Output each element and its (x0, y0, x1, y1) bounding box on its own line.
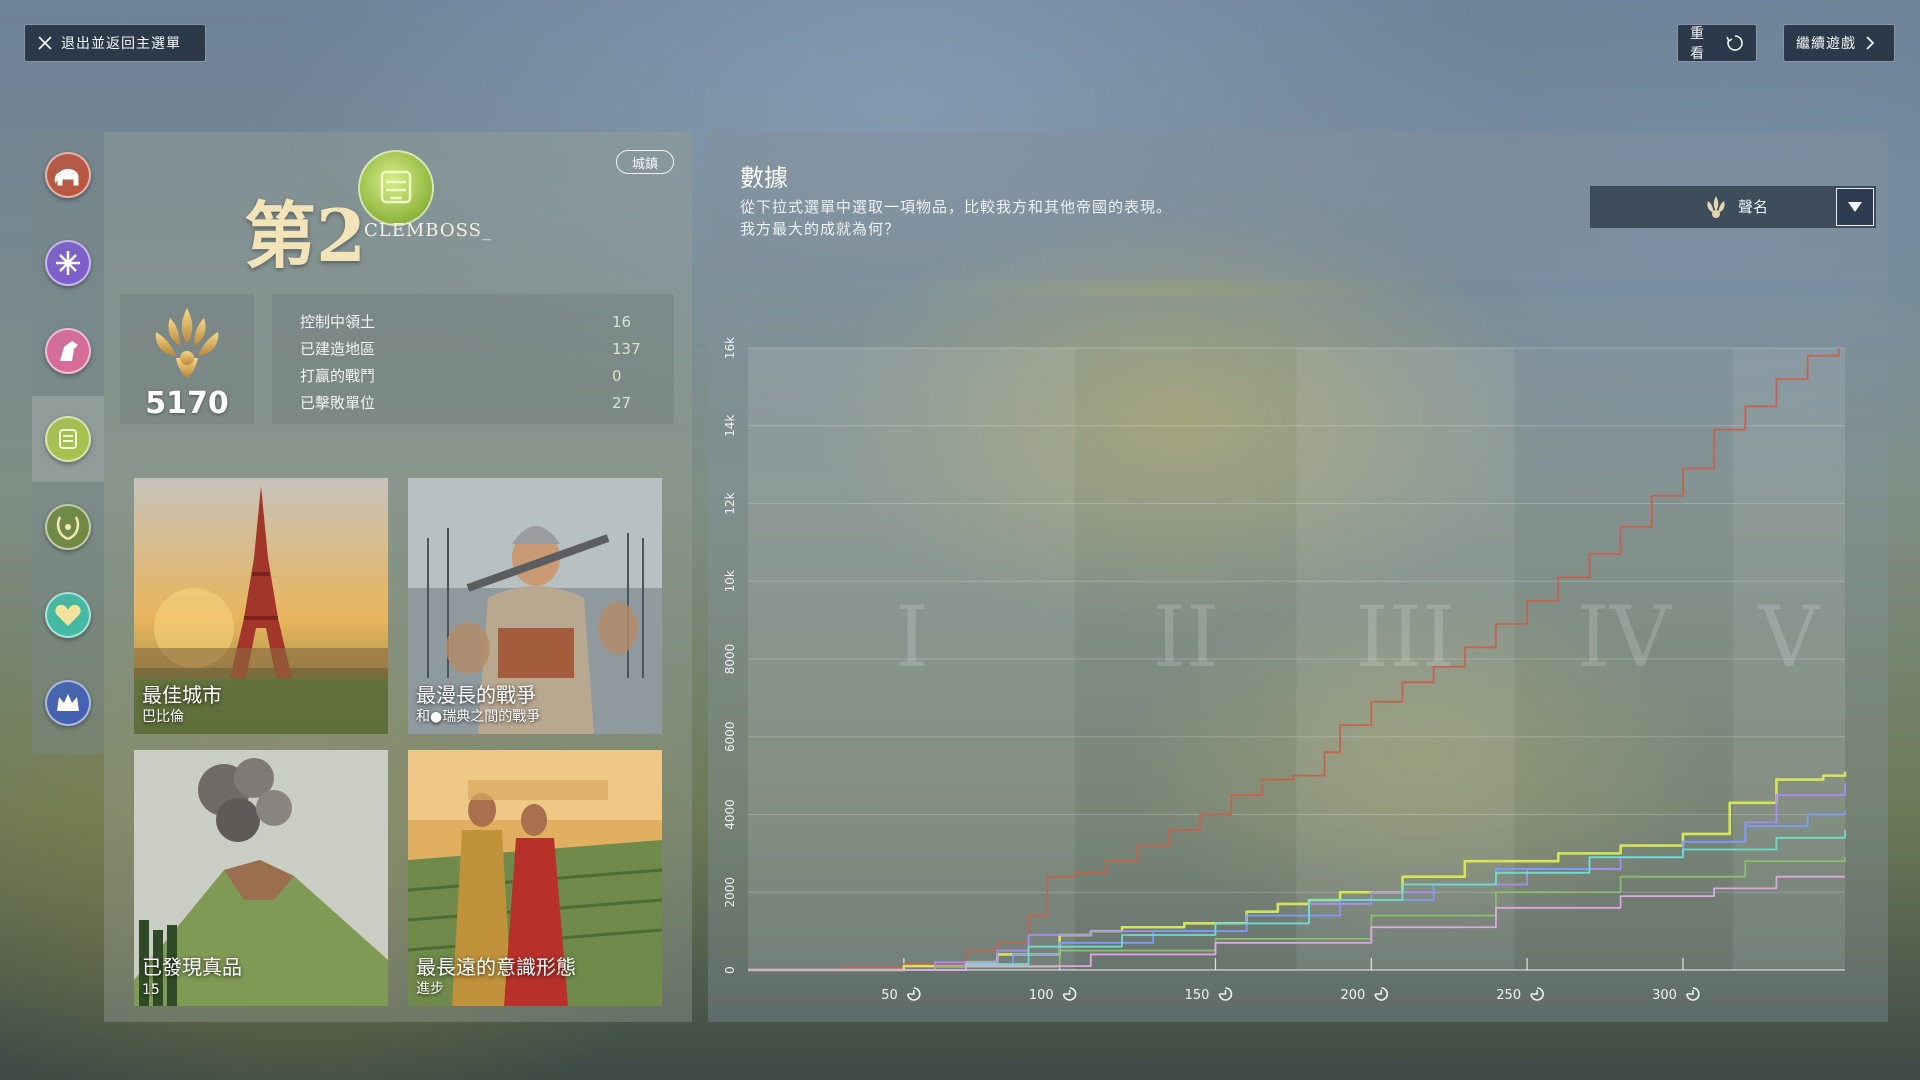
leader-icon (45, 416, 91, 462)
horse-icon (45, 328, 91, 374)
panel-description: 從下拉式選單中選取一項物品，比較我方和其他帝國的表現。 (740, 198, 1173, 216)
stat-label: 打贏的戰鬥 (300, 367, 376, 385)
stats-header-panel: 數據 從下拉式選單中選取一項物品，比較我方和其他帝國的表現。 我方最大的成就為何… (708, 132, 1888, 280)
y-tick-label: 10k (723, 570, 737, 592)
stat-label: 已建造地區 (300, 340, 376, 358)
turn-icon (1686, 987, 1700, 1001)
turn-icon (1374, 987, 1389, 1001)
artifacts-card[interactable]: 已發現真品 15 (134, 750, 388, 1006)
card-subtitle: 15 (142, 982, 160, 998)
leader-name: CLEMBOSS_ (364, 220, 492, 241)
y-tick-label: 2000 (723, 877, 737, 908)
card-title: 最長遠的意識形態 (416, 955, 576, 979)
score-value: 5170 (145, 386, 229, 421)
rank-text: 第2 (244, 193, 367, 278)
y-tick-label: 16k (723, 337, 737, 359)
era-label: V (1758, 588, 1821, 686)
era-label: II (1153, 588, 1219, 686)
card-title: 已發現真品 (142, 955, 242, 979)
y-tick-label: 8000 (723, 644, 737, 675)
era-label: I (895, 588, 928, 686)
exit-to-main-menu-button[interactable]: 退出並返回主選單 (24, 24, 206, 62)
longest-war-card[interactable]: 最漫長的戰爭 和●瑞典之間的戰爭 (408, 478, 662, 734)
ideology-card[interactable]: 最長遠的意識形態 進步 (408, 750, 662, 1006)
panel-question: 我方最大的成就為何？ (740, 220, 901, 238)
stat-value: 27 (612, 393, 632, 412)
score-box: 5170 (120, 294, 254, 424)
stat-row: 已擊敗單位 27 (300, 389, 674, 416)
crown-icon (45, 680, 91, 726)
x-tick-label: 50 (881, 988, 898, 1003)
era-label: III (1356, 588, 1456, 686)
y-tick-label: 14k (723, 415, 737, 437)
stat-row: 打贏的戰鬥 0 (300, 362, 674, 389)
x-tick-label: 150 (1185, 988, 1210, 1003)
turn-icon (1530, 987, 1544, 1001)
y-tick-label: 6000 (723, 721, 737, 752)
rail-item-heart[interactable] (32, 572, 104, 658)
fame-laurel-icon (155, 308, 219, 378)
heart-icon (45, 592, 91, 638)
rail-item-crown[interactable] (32, 660, 104, 746)
stat-dropdown[interactable]: 聲名 (1590, 186, 1876, 228)
stat-label: 控制中領土 (300, 313, 376, 331)
rail-item-horse[interactable] (32, 308, 104, 394)
chevron-right-icon (1866, 36, 1875, 50)
x-tick-label: 100 (1029, 988, 1054, 1003)
stats-list: 控制中領土 16 已建造地區 137 打贏的戰鬥 0 已擊敗單位 27 (272, 294, 674, 424)
turn-icon (1218, 987, 1233, 1001)
era-label: IV (1577, 588, 1672, 686)
dropdown-toggle[interactable] (1836, 188, 1874, 226)
card-subtitle: 巴比倫 (142, 709, 184, 725)
summary-panel: 第2 CLEMBOSS_ 城鎮 5170 控制中領土 16 已建造地區 137 打贏的戰… (104, 132, 692, 1022)
best-city-card[interactable]: 最佳城市 巴比倫 (134, 478, 388, 734)
continue-game-button[interactable]: 繼續遊戲 (1783, 24, 1895, 62)
stat-label: 已擊敗單位 (300, 394, 376, 412)
card-title: 最佳城市 (142, 683, 222, 707)
y-tick-label: 12k (723, 492, 737, 514)
triangle-down-icon (1848, 202, 1862, 212)
exit-label: 退出並返回主選單 (61, 36, 181, 52)
leader-portrait (358, 150, 434, 226)
x-tick-label: 300 (1652, 988, 1677, 1003)
turn-icon (907, 987, 921, 1001)
category-rail (32, 132, 104, 754)
y-tick-label: 4000 (723, 799, 737, 830)
stat-row: 控制中領土 16 (300, 308, 674, 335)
laurel-icon (45, 504, 91, 550)
fame-icon (1707, 196, 1725, 218)
stat-value: 137 (612, 339, 641, 358)
x-tick-label: 200 (1340, 988, 1365, 1003)
leader-mask-icon (380, 170, 412, 204)
replay-label: 重看 (1690, 26, 1705, 62)
rail-item-elephant[interactable] (32, 132, 104, 218)
panel-title: 數據 (740, 164, 788, 192)
x-tick-label: 250 (1496, 988, 1521, 1003)
close-icon (38, 36, 52, 50)
chart-panel: I II III IV V 0 2000 4000 6000 8000 10k 12k 14k 16k 50… (708, 296, 1888, 1022)
science-icon (45, 240, 91, 286)
rail-item-laurel[interactable] (32, 484, 104, 570)
age-badge: 城鎮 (616, 150, 674, 174)
fame-line-chart: I II III IV V0200040006000800010k12k14k16k50… (723, 337, 1847, 1003)
rail-item-science[interactable] (32, 220, 104, 306)
turn-icon (1062, 987, 1077, 1001)
stat-row: 已建造地區 137 (300, 335, 674, 362)
rail-item-leader[interactable] (32, 396, 104, 482)
dropdown-selected-value: 聲名 (1738, 198, 1769, 216)
rank-display: 第2 (244, 162, 366, 272)
replay-icon (1726, 35, 1743, 51)
stat-value: 16 (612, 312, 632, 331)
replay-button[interactable]: 重看 (1677, 24, 1757, 62)
stat-value: 0 (612, 366, 622, 385)
continue-label: 繼續遊戲 (1796, 36, 1856, 52)
card-subtitle: 和●瑞典之間的戰爭 (416, 709, 541, 725)
y-tick-label: 0 (723, 966, 737, 974)
card-title: 最漫長的戰爭 (416, 683, 536, 707)
elephant-icon (45, 152, 91, 198)
card-subtitle: 進步 (416, 981, 444, 997)
